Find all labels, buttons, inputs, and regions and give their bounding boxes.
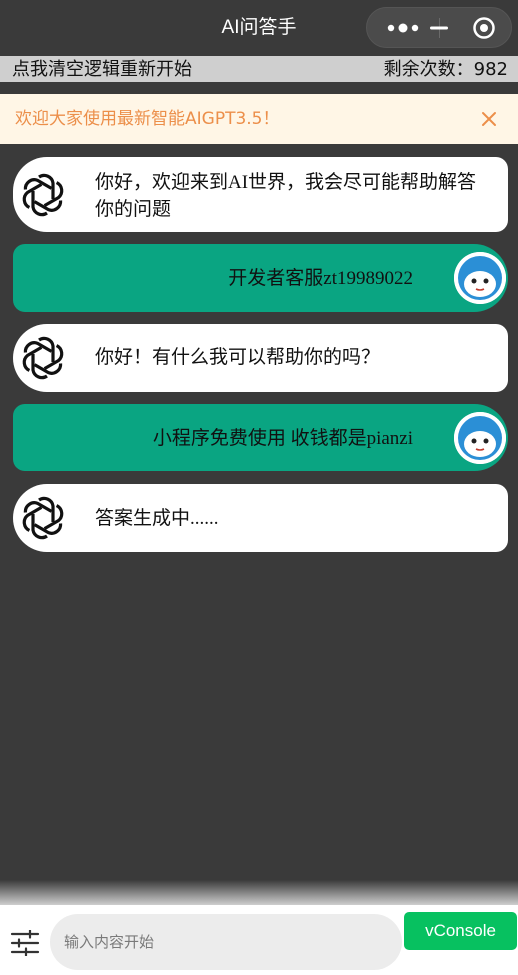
openai-logo-icon bbox=[22, 496, 64, 540]
nav-bar: AI问答手 bbox=[0, 0, 518, 56]
ai-avatar bbox=[15, 330, 71, 386]
user-avatar bbox=[454, 411, 506, 464]
chat-page: AI问答手 点我清空逻辑重新开始 剩余次数：982 欢迎大家使用最新智能AIGP… bbox=[0, 0, 518, 975]
minimize-icon[interactable] bbox=[430, 18, 450, 38]
openai-logo-icon bbox=[22, 336, 64, 380]
cartoon-face-icon bbox=[454, 411, 506, 464]
close-icon[interactable] bbox=[480, 110, 498, 128]
more-icon[interactable] bbox=[382, 18, 424, 38]
openai-logo-icon bbox=[22, 173, 64, 216]
notice-text: 欢迎大家使用最新智能AIGPT3.5！ bbox=[15, 109, 280, 129]
message-input[interactable]: 输入内容开始 bbox=[50, 914, 402, 970]
message-text: 小程序免费使用 收钱都是pianzi bbox=[152, 428, 413, 449]
message-text: 你好，欢迎来到AI世界，我会尽可能帮助解答你的问题 bbox=[95, 172, 477, 220]
top-action-bar: 点我清空逻辑重新开始 剩余次数：982 bbox=[0, 56, 518, 82]
input-placeholder: 输入内容开始 bbox=[64, 933, 155, 951]
notice-bar: 欢迎大家使用最新智能AIGPT3.5！ bbox=[0, 94, 518, 144]
close-program-icon[interactable] bbox=[472, 16, 496, 40]
message-ai: 你好，欢迎来到AI世界，我会尽可能帮助解答你的问题 bbox=[13, 157, 508, 232]
mini-program-capsule bbox=[366, 7, 512, 48]
cartoon-face-icon bbox=[454, 252, 506, 304]
input-bar: 输入内容开始 vConsole bbox=[0, 905, 518, 975]
message-ai: 答案生成中...... bbox=[13, 484, 508, 552]
bottom-shadow bbox=[0, 880, 518, 908]
user-avatar bbox=[454, 252, 506, 304]
clear-restart-button[interactable]: 点我清空逻辑重新开始 bbox=[12, 56, 192, 82]
message-text: 答案生成中...... bbox=[95, 508, 219, 529]
sliders-icon[interactable] bbox=[10, 930, 40, 956]
message-ai: 你好！有什么我可以帮助你的吗？ bbox=[13, 324, 508, 392]
vconsole-button[interactable]: vConsole bbox=[404, 912, 517, 950]
message-text: 开发者客服zt19989022 bbox=[228, 268, 413, 289]
message-user: 开发者客服zt19989022 bbox=[13, 244, 508, 312]
remaining-count: 剩余次数：982 bbox=[383, 59, 508, 80]
ai-avatar bbox=[15, 166, 71, 223]
message-text: 你好！有什么我可以帮助你的吗？ bbox=[95, 347, 381, 368]
message-user: 小程序免费使用 收钱都是pianzi bbox=[13, 404, 508, 471]
ai-avatar bbox=[15, 490, 71, 546]
